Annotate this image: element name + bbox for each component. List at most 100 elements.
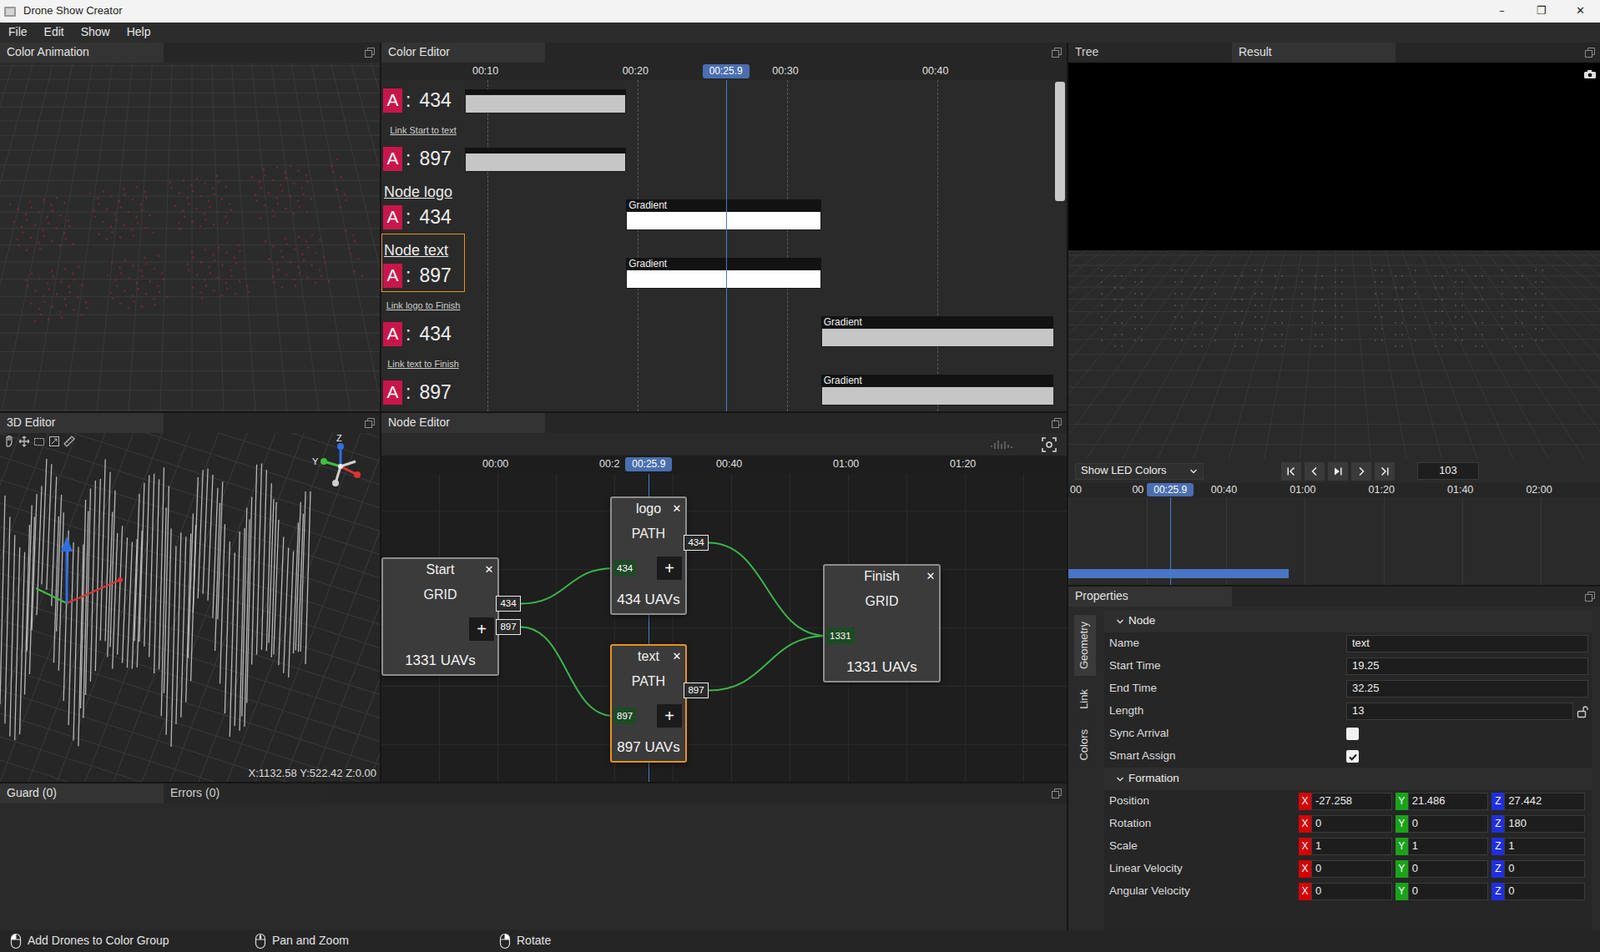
color-clip[interactable]: Gradient [821, 316, 1054, 348]
panel-tab[interactable]: 3D Editor [0, 413, 164, 434]
axis-value[interactable]: 0 [1311, 815, 1393, 833]
axis-value[interactable]: 1 [1504, 837, 1585, 856]
result-viewport[interactable] [1068, 250, 1600, 460]
row-track[interactable] [464, 116, 1054, 176]
node-close-button[interactable]: ✕ [922, 570, 939, 584]
scrollbar-thumb[interactable] [1054, 81, 1065, 202]
input-port[interactable]: 434 [613, 560, 636, 577]
graph-edge[interactable] [520, 568, 614, 605]
frame-field[interactable]: 103 [1417, 462, 1479, 480]
animation-badge[interactable]: A [383, 146, 403, 172]
hand-icon[interactable] [3, 435, 16, 448]
panel-tab[interactable]: Node Editor [381, 413, 546, 434]
output-port[interactable]: 434 [495, 595, 521, 612]
node-close-button[interactable]: ✕ [480, 563, 498, 577]
show-range-bar[interactable] [1068, 569, 1289, 579]
property-tab[interactable]: Geometry [1074, 615, 1096, 677]
node-canvas[interactable]: Start✕GRID+1331 UAVs434897logo✕PATH434+4… [381, 474, 1067, 783]
animation-badge[interactable]: A [383, 263, 403, 288]
axis-value[interactable]: 180 [1504, 815, 1585, 833]
row-track[interactable]: Gradient [464, 175, 1054, 234]
panel-tab[interactable]: Result [1231, 42, 1396, 63]
transport-button[interactable] [1327, 462, 1348, 481]
result-timeline[interactable] [1068, 497, 1600, 586]
timeline-ruler[interactable]: 00:0000:200:4001:0001:2000:25.9 [381, 455, 1067, 475]
chevron-icon[interactable] [1115, 775, 1125, 784]
graph-edge[interactable] [708, 543, 827, 637]
axis-gizmo[interactable]: ZY [310, 433, 371, 494]
menu-item[interactable]: File [0, 25, 36, 41]
row-label[interactable]: Link Start to text [382, 117, 465, 143]
playhead-badge[interactable]: 00:25.9 [1146, 483, 1194, 497]
color-group[interactable]: Link Start to textA:897 [381, 116, 465, 176]
close-button[interactable]: ✕ [1560, 0, 1600, 23]
timeline-ruler[interactable]: 00:1000:2000:3000:4000:25.9 [381, 62, 1067, 81]
animation-badge[interactable]: A [383, 205, 403, 230]
panel-tab[interactable]: Properties [1068, 586, 1232, 607]
animation-badge[interactable]: A [383, 88, 403, 113]
float-icon[interactable] [1046, 413, 1067, 434]
add-port-button[interactable]: + [656, 556, 682, 581]
panel-tab[interactable]: Tree [1068, 42, 1232, 63]
row-label[interactable]: Link text to Finish [382, 351, 465, 377]
playhead-badge[interactable]: 00:25.9 [702, 64, 750, 79]
property-tab[interactable]: Colors [1074, 722, 1096, 768]
axis-value[interactable]: 0 [1408, 883, 1489, 901]
menu-item[interactable]: Help [118, 25, 160, 41]
row-label[interactable]: Link logo to Finish [382, 292, 465, 318]
property-field[interactable]: 19.25 [1346, 657, 1589, 676]
axis-value[interactable]: 0 [1408, 860, 1489, 879]
axis-value[interactable]: 0 [1504, 860, 1585, 879]
waveform-icon[interactable] [989, 438, 1014, 452]
playhead-badge[interactable]: 00:25.9 [625, 457, 672, 472]
panel-tab[interactable]: Errors (0) [163, 783, 328, 804]
float-icon[interactable] [1579, 42, 1600, 63]
color-clip[interactable] [464, 89, 626, 114]
input-port[interactable]: 1331 [826, 627, 855, 645]
scrollbar[interactable] [1053, 80, 1067, 412]
panel-tab[interactable]: Color Animation [0, 42, 164, 63]
add-port-button[interactable]: + [656, 704, 682, 728]
axis-value[interactable]: 27.442 [1504, 792, 1585, 811]
float-icon[interactable] [359, 413, 380, 434]
transport-button[interactable] [1304, 462, 1325, 481]
axis-value[interactable]: 1 [1311, 837, 1393, 856]
graph-node[interactable]: logo✕PATH434+434 UAVs434 [610, 496, 687, 616]
axis-value[interactable]: 21.486 [1408, 792, 1489, 811]
row-label[interactable]: Node logo [382, 176, 465, 202]
minimize-button[interactable]: – [1482, 0, 1522, 23]
lock-icon[interactable] [1576, 705, 1589, 719]
animation-badge[interactable]: A [383, 380, 403, 405]
row-track[interactable]: Gradient [464, 292, 1054, 351]
timeline-ruler[interactable]: 000000:4001:0001:2001:4002:0000:25.9 [1068, 483, 1600, 498]
section-header[interactable]: Formation [1104, 767, 1592, 791]
menu-item[interactable]: Edit [35, 25, 73, 41]
color-clip[interactable]: Gradient [625, 199, 822, 231]
axis-value[interactable]: 0 [1504, 883, 1585, 901]
graph-edge[interactable] [520, 627, 614, 717]
color-group[interactable]: Node textA:897 [381, 233, 465, 293]
graph-edge[interactable] [708, 635, 827, 692]
color-group[interactable]: Link text to FinishA:897 [381, 350, 465, 409]
node-close-button[interactable]: ✕ [668, 502, 686, 516]
color-clip[interactable]: Gradient [821, 374, 1054, 406]
ruler-icon[interactable] [63, 435, 76, 448]
input-port[interactable]: 897 [613, 707, 636, 725]
float-icon[interactable] [1046, 783, 1067, 804]
restore-button[interactable]: ❐ [1521, 0, 1561, 23]
ruler-track[interactable]: 00:1000:2000:3000:4000:25.9 [464, 62, 1054, 81]
property-field[interactable]: 13 [1346, 702, 1574, 721]
menu-item[interactable]: Show [72, 25, 119, 41]
output-port[interactable]: 897 [495, 619, 521, 636]
property-checkbox[interactable] [1346, 750, 1359, 763]
axis-value[interactable]: 0 [1311, 883, 1393, 901]
output-port[interactable]: 434 [683, 535, 709, 551]
camera-icon[interactable] [1583, 69, 1597, 80]
select-icon[interactable] [33, 435, 46, 448]
move-icon[interactable] [18, 435, 31, 448]
color-group[interactable]: Node logoA:434 [381, 175, 465, 234]
transport-button[interactable] [1374, 462, 1395, 481]
transport-button[interactable] [1351, 462, 1372, 481]
property-tab[interactable]: Link [1074, 682, 1096, 717]
row-track[interactable] [464, 83, 1054, 117]
